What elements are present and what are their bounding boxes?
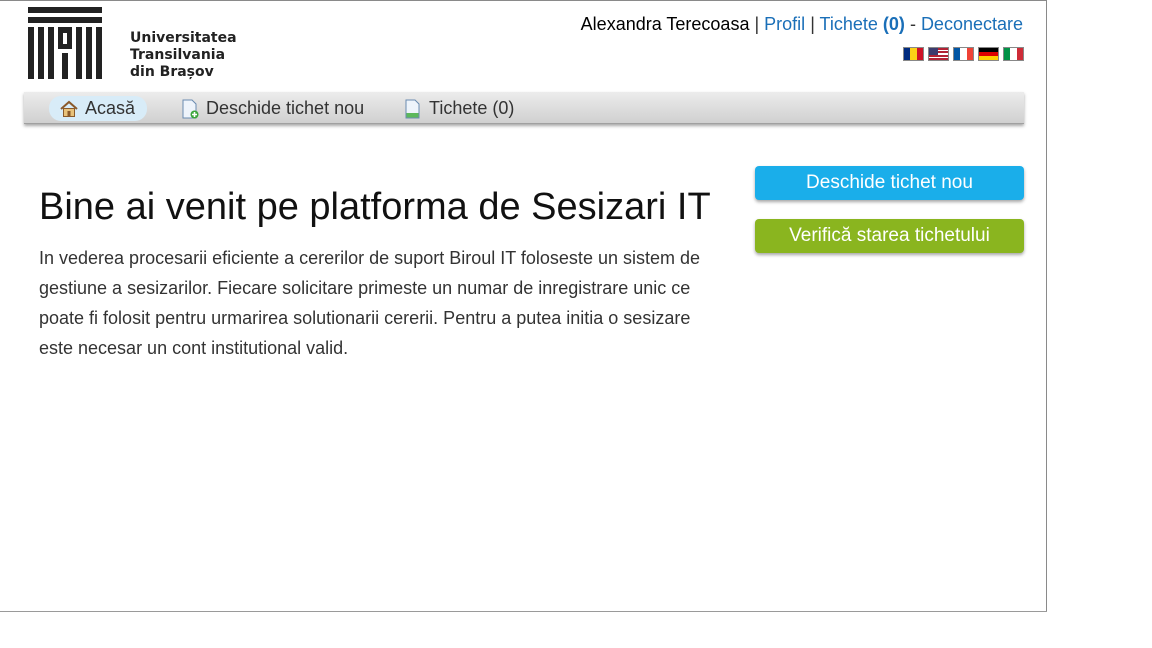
german-flag-icon[interactable]	[978, 47, 999, 61]
separator: |	[754, 14, 765, 34]
nav-tickets-label: Tichete (0)	[429, 98, 515, 118]
italian-flag-icon[interactable]	[1003, 47, 1024, 61]
new-document-icon	[182, 99, 199, 118]
separator: -	[909, 14, 921, 34]
page-right-border	[1046, 0, 1047, 612]
open-ticket-button[interactable]: Deschide tichet nou	[755, 166, 1024, 200]
university-logo[interactable]: Universitatea Transilvania din Brașov	[28, 7, 248, 85]
nav-new-ticket-label: Deschide tichet nou	[206, 98, 365, 118]
tickets-link[interactable]: Tichete (0)	[820, 14, 905, 34]
romanian-flag-icon[interactable]	[903, 47, 924, 61]
university-name: Universitatea Transilvania din Brașov	[130, 30, 237, 81]
check-ticket-status-button[interactable]: Verifică starea tichetului	[755, 219, 1024, 253]
language-selector	[903, 47, 1024, 61]
nav-new-ticket[interactable]: Deschide tichet nou	[180, 96, 364, 121]
university-name-line1: Universitatea	[130, 30, 237, 46]
logout-link[interactable]: Deconectare	[921, 14, 1023, 34]
french-flag-icon[interactable]	[953, 47, 974, 61]
university-emblem-icon	[28, 7, 102, 79]
intro-text: In vederea procesarii eficiente a cereri…	[39, 248, 700, 358]
university-name-line3: din Brașov	[130, 64, 214, 80]
profile-link[interactable]: Profil	[764, 14, 805, 34]
main-nav: Acasă Deschide tichet nou Tichete (0)	[24, 92, 1024, 124]
separator: |	[810, 14, 820, 34]
page-title: Bine ai venit pe platforma de Sesizari I…	[39, 186, 711, 228]
document-icon	[405, 99, 420, 118]
home-icon	[60, 100, 78, 117]
nav-home-label: Acasă	[85, 98, 136, 118]
tickets-link-label: Tichete	[819, 14, 878, 34]
user-name: Alexandra Terecoasa	[580, 14, 750, 34]
page-bottom-border	[0, 611, 1047, 612]
english-us-flag-icon[interactable]	[928, 47, 949, 61]
page-top-border	[0, 0, 1047, 1]
user-bar: Alexandra Terecoasa | Profil | Tichete (…	[581, 14, 1023, 35]
university-name-line2: Transilvania	[130, 47, 226, 63]
tickets-count: (0)	[882, 14, 905, 34]
nav-tickets[interactable]: Tichete (0)	[403, 96, 514, 121]
nav-home[interactable]: Acasă	[49, 96, 148, 121]
